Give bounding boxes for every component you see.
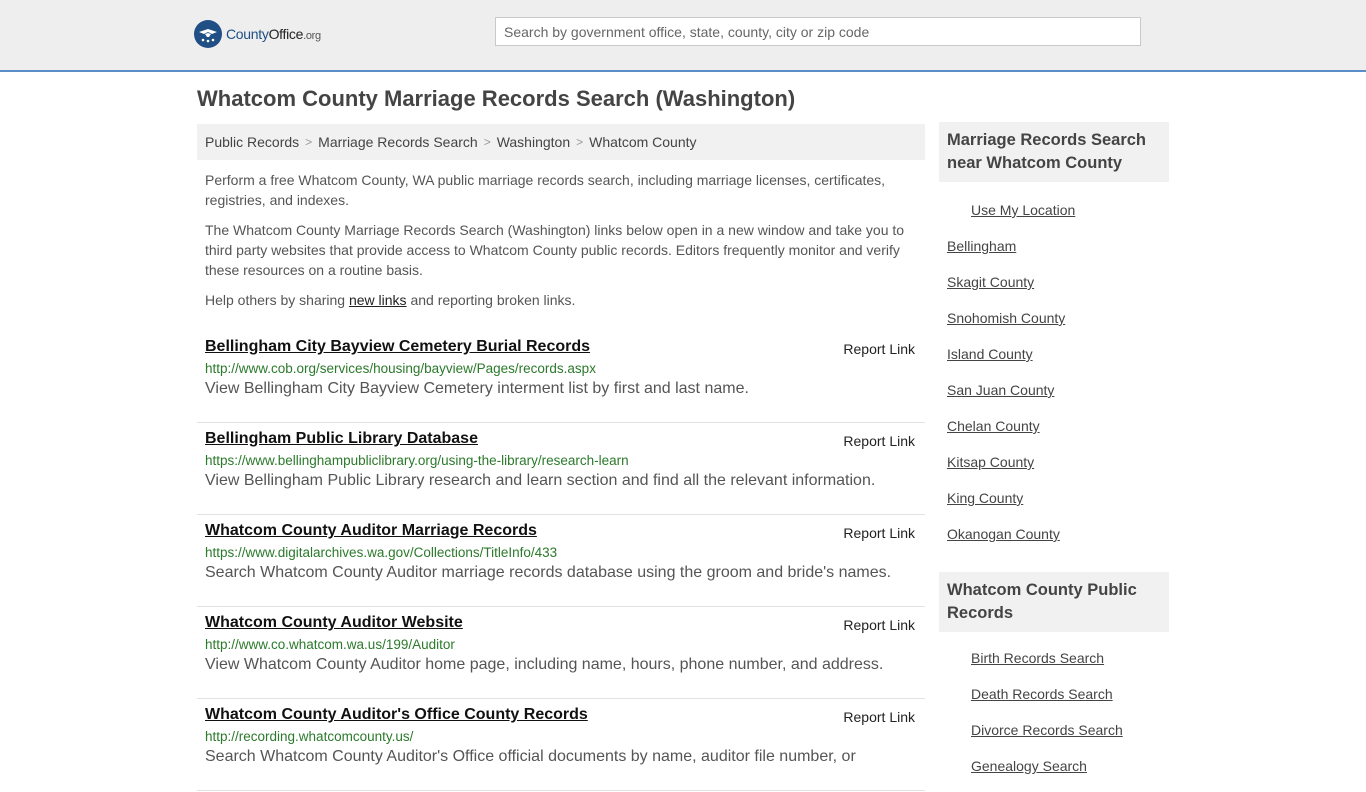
result-item: Bellingham Public Library Database Repor…: [197, 424, 925, 515]
nearby-heading: Marriage Records Search near Whatcom Cou…: [939, 122, 1169, 182]
use-my-location-link[interactable]: Use My Location: [971, 202, 1075, 218]
public-records-block: Whatcom County Public Records Birth Reco…: [939, 572, 1169, 784]
list-item: King County: [939, 480, 1169, 516]
result-description: View Whatcom County Auditor home page, i…: [205, 656, 884, 673]
breadcrumb-public-records[interactable]: Public Records: [205, 134, 299, 150]
breadcrumb-whatcom-county[interactable]: Whatcom County: [589, 134, 696, 150]
genealogy-search-link[interactable]: Genealogy Search: [971, 758, 1087, 774]
list-item: Birth Records Search: [939, 640, 1169, 676]
results-list: Bellingham City Bayview Cemetery Burial …: [197, 332, 925, 791]
result-description: Search Whatcom County Auditor marriage r…: [205, 564, 892, 581]
list-item: Okanogan County: [939, 516, 1169, 552]
result-url: http://www.co.whatcom.wa.us/199/Auditor: [205, 637, 455, 652]
birth-records-link[interactable]: Birth Records Search: [971, 650, 1104, 666]
report-link-button[interactable]: Report Link: [843, 341, 915, 357]
intro-text: Perform a free Whatcom County, WA public…: [197, 170, 925, 310]
list-item: Skagit County: [939, 264, 1169, 300]
main-content: Public Records > Marriage Records Search…: [197, 124, 925, 792]
result-url: https://www.bellinghampubliclibrary.org/…: [205, 453, 629, 468]
result-url: http://www.cob.org/services/housing/bayv…: [205, 361, 596, 376]
public-records-list: Birth Records Search Death Records Searc…: [939, 640, 1169, 784]
breadcrumb-marriage-records-search[interactable]: Marriage Records Search: [318, 134, 478, 150]
result-item: Whatcom County Auditor's Office County R…: [197, 700, 925, 791]
report-link-button[interactable]: Report Link: [843, 617, 915, 633]
intro-paragraph: The Whatcom County Marriage Records Sear…: [205, 222, 905, 278]
nearby-link-chelan-county[interactable]: Chelan County: [947, 418, 1040, 434]
nearby-link-island-county[interactable]: Island County: [947, 346, 1033, 362]
nearby-list: Use My Location Bellingham Skagit County…: [939, 192, 1169, 552]
result-item: Bellingham City Bayview Cemetery Burial …: [197, 332, 925, 423]
result-title-link[interactable]: Whatcom County Auditor's Office County R…: [205, 700, 917, 724]
site-logo[interactable]: CountyOffice.org: [194, 20, 321, 48]
result-title-link[interactable]: Whatcom County Auditor Website: [205, 608, 917, 632]
report-link-button[interactable]: Report Link: [843, 433, 915, 449]
result-title-link[interactable]: Bellingham City Bayview Cemetery Burial …: [205, 332, 917, 356]
death-records-link[interactable]: Death Records Search: [971, 686, 1113, 702]
result-url: http://recording.whatcomcounty.us/: [205, 729, 414, 744]
list-item: Kitsap County: [939, 444, 1169, 480]
chevron-right-icon: >: [576, 135, 584, 149]
result-item: Whatcom County Auditor Website Report Li…: [197, 608, 925, 699]
intro-paragraph: Perform a free Whatcom County, WA public…: [205, 172, 886, 208]
list-item: Island County: [939, 336, 1169, 372]
sharing-paragraph: Help others by sharing new links and rep…: [205, 290, 917, 310]
chevron-right-icon: >: [305, 135, 313, 149]
divorce-records-link[interactable]: Divorce Records Search: [971, 722, 1123, 738]
breadcrumb: Public Records > Marriage Records Search…: [197, 124, 925, 160]
nearby-link-bellingham[interactable]: Bellingham: [947, 238, 1016, 254]
nearby-link-kitsap-county[interactable]: Kitsap County: [947, 454, 1034, 470]
site-header: CountyOffice.org: [0, 0, 1366, 72]
sharing-text: and reporting broken links.: [406, 292, 576, 308]
site-search-input[interactable]: [495, 17, 1141, 46]
result-description: View Bellingham Public Library research …: [205, 472, 876, 489]
logo-text: CountyOffice.org: [226, 26, 321, 42]
chevron-right-icon: >: [483, 135, 491, 149]
nearby-link-okanogan-county[interactable]: Okanogan County: [947, 526, 1060, 542]
report-link-button[interactable]: Report Link: [843, 525, 915, 541]
result-url: https://www.digitalarchives.wa.gov/Colle…: [205, 545, 558, 560]
breadcrumb-washington[interactable]: Washington: [497, 134, 570, 150]
list-item: Death Records Search: [939, 676, 1169, 712]
result-description: Search Whatcom County Auditor's Office o…: [205, 748, 856, 765]
list-item: Divorce Records Search: [939, 712, 1169, 748]
nearby-link-skagit-county[interactable]: Skagit County: [947, 274, 1034, 290]
nearby-link-snohomish-county[interactable]: Snohomish County: [947, 310, 1065, 326]
result-description: View Bellingham City Bayview Cemetery in…: [205, 380, 749, 397]
list-item: Use My Location: [939, 192, 1169, 228]
report-link-button[interactable]: Report Link: [843, 709, 915, 725]
result-title-link[interactable]: Bellingham Public Library Database: [205, 424, 917, 448]
list-item: San Juan County: [939, 372, 1169, 408]
nearby-link-king-county[interactable]: King County: [947, 490, 1023, 506]
result-title-link[interactable]: Whatcom County Auditor Marriage Records: [205, 516, 917, 540]
list-item: Chelan County: [939, 408, 1169, 444]
sharing-text: Help others by sharing: [205, 292, 349, 308]
result-item: Whatcom County Auditor Marriage Records …: [197, 516, 925, 607]
list-item: Snohomish County: [939, 300, 1169, 336]
new-links-link[interactable]: new links: [349, 292, 407, 308]
list-item: Genealogy Search: [939, 748, 1169, 784]
sidebar: Marriage Records Search near Whatcom Cou…: [939, 122, 1169, 784]
page-title: Whatcom County Marriage Records Search (…: [197, 86, 796, 111]
list-item: Bellingham: [939, 228, 1169, 264]
eagle-star-icon: [194, 20, 222, 48]
public-records-heading: Whatcom County Public Records: [939, 572, 1169, 632]
nearby-link-san-juan-county[interactable]: San Juan County: [947, 382, 1054, 398]
